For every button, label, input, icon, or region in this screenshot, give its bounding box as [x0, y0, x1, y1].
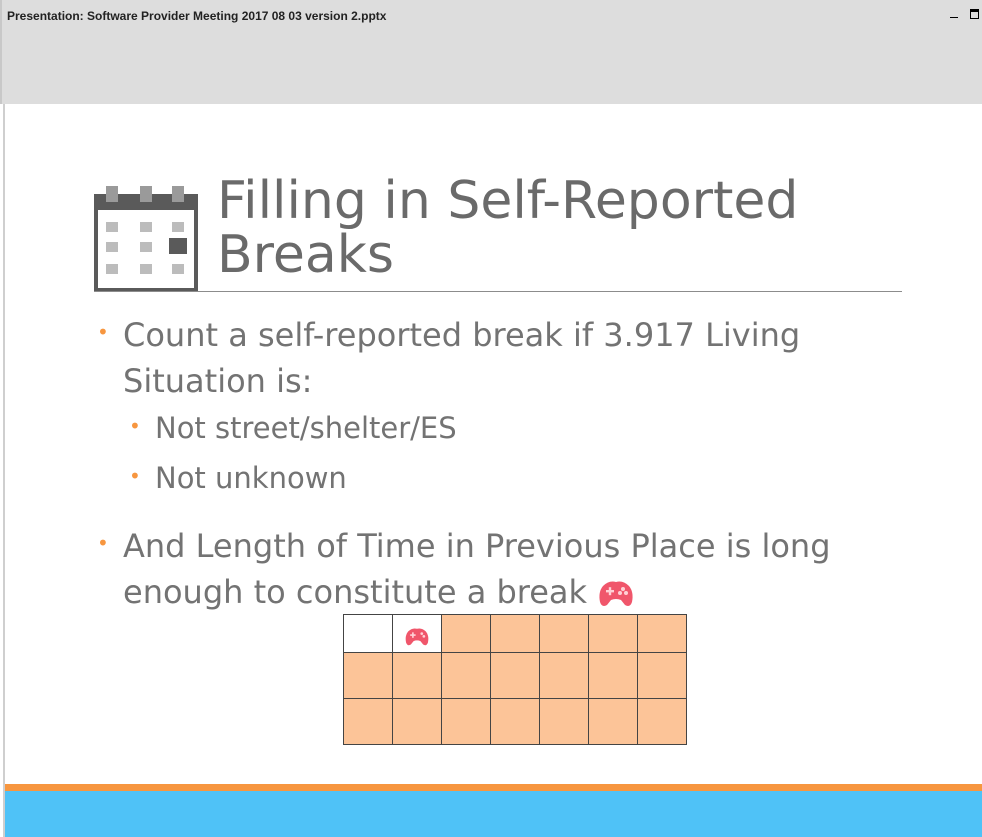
gamepad-icon: [405, 627, 429, 645]
slide-canvas: Filling in Self-Reported Breaks • Count …: [3, 104, 982, 837]
grid-cell: [539, 698, 589, 745]
grid-row: [343, 698, 687, 745]
grid-cell: [588, 698, 638, 745]
bullet-item: Count a self-reported break if 3.917 Liv…: [123, 316, 801, 400]
grid-cell: [343, 652, 393, 699]
slide-title-line2: Breaks: [217, 225, 394, 285]
calendar-icon: [94, 186, 198, 292]
footer-bar: [5, 791, 982, 837]
grid-cell: [343, 698, 393, 745]
grid-cell: [490, 614, 540, 653]
bullet-dot: •: [129, 464, 141, 488]
grid-cell: [490, 652, 540, 699]
grid-cell: [392, 652, 442, 699]
grid-cell: [588, 614, 638, 653]
title-divider: [94, 291, 902, 292]
slide-title-line1: Filling in Self-Reported: [217, 171, 799, 231]
slide-title: Filling in Self-Reported Breaks: [217, 174, 917, 282]
grid-cell: [392, 614, 442, 653]
grid-cell: [441, 652, 491, 699]
bullet-dot: •: [97, 531, 109, 555]
sub-bullet-item: Not unknown: [155, 461, 347, 495]
grid-cell: [637, 652, 687, 699]
window-titlebar: Presentation: Software Provider Meeting …: [0, 0, 982, 104]
calendar-grid: [343, 614, 687, 745]
grid-cell: [588, 652, 638, 699]
grid-cell: [539, 652, 589, 699]
grid-cell: [392, 698, 442, 745]
bullet-dot: •: [129, 414, 141, 438]
bullet-item-label: And Length of Time in Previous Place is …: [123, 527, 831, 611]
grid-cell: [637, 698, 687, 745]
bullet-item: And Length of Time in Previous Place is …: [123, 523, 843, 615]
grid-cell: [637, 614, 687, 653]
footer-accent-bar: [5, 784, 982, 791]
grid-cell: [539, 614, 589, 653]
window-title: Presentation: Software Provider Meeting …: [7, 9, 387, 23]
minimize-button[interactable]: [948, 6, 962, 20]
grid-cell: [343, 614, 393, 653]
grid-cell: [441, 698, 491, 745]
sub-bullet-item: Not street/shelter/ES: [155, 411, 457, 445]
grid-cell: [441, 614, 491, 653]
grid-row: [343, 614, 687, 653]
maximize-button[interactable]: [968, 6, 982, 20]
bullet-dot: •: [97, 320, 109, 344]
grid-row: [343, 652, 687, 699]
grid-cell: [490, 698, 540, 745]
gamepad-icon: [599, 581, 633, 606]
